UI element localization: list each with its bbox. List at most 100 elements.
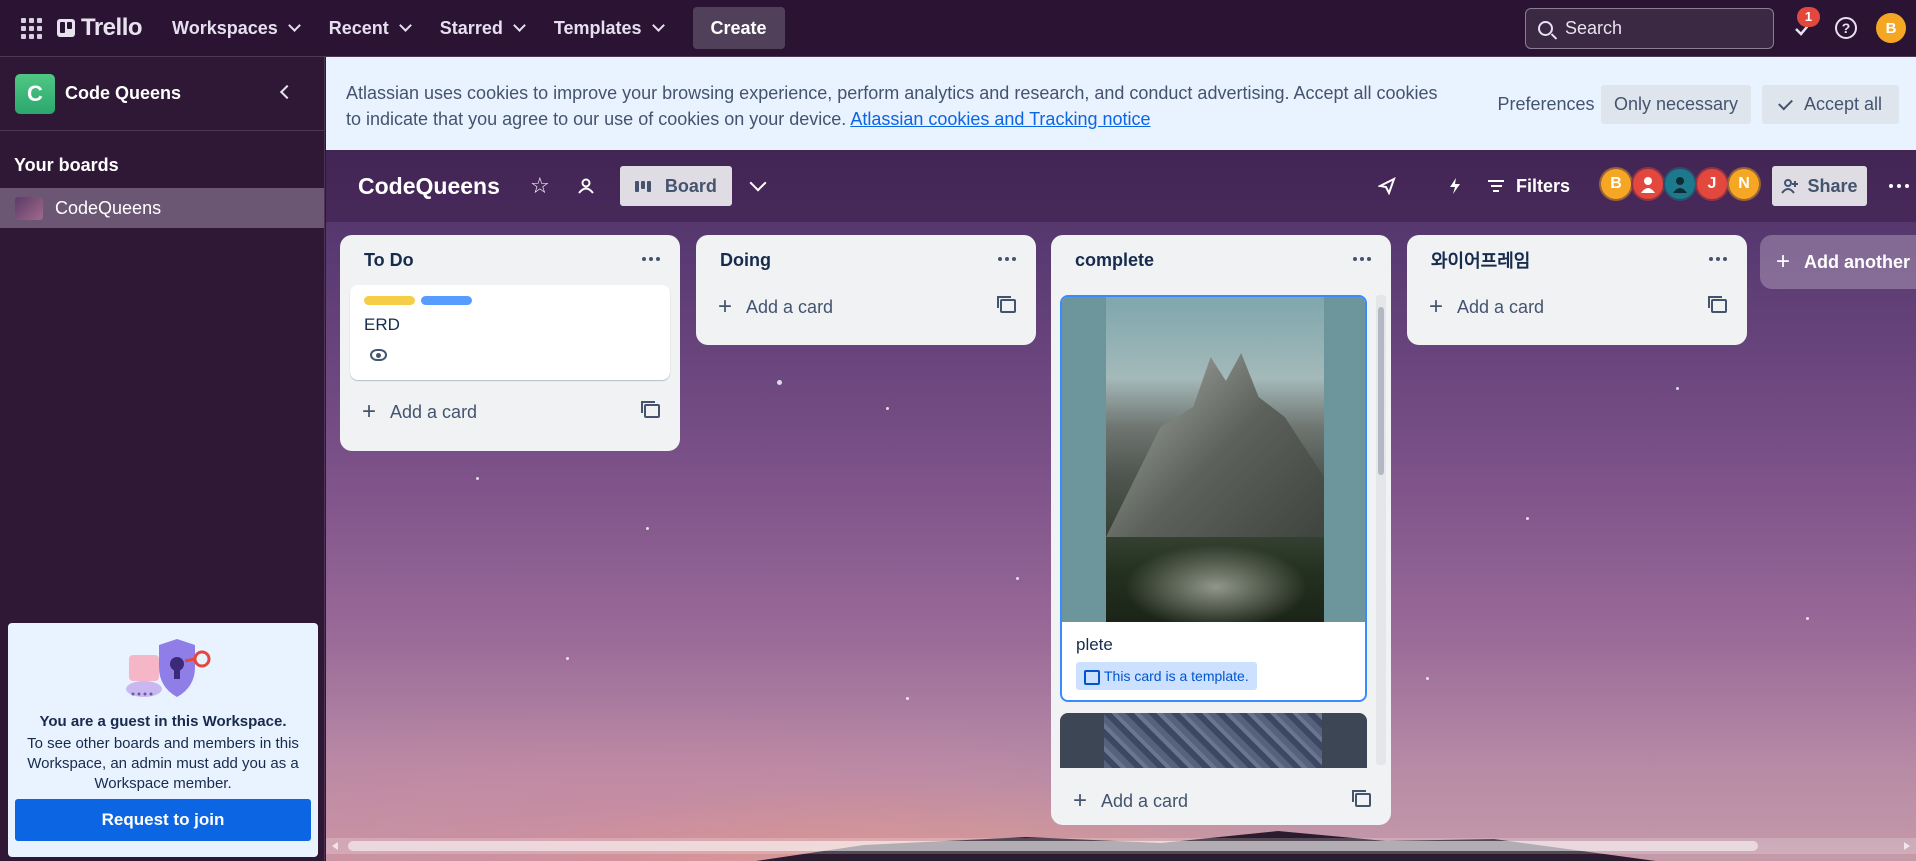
background-star (1676, 387, 1679, 390)
create-from-template-icon[interactable] (1352, 790, 1371, 807)
share-button[interactable]: Share (1772, 166, 1867, 206)
accept-all-button[interactable]: Accept all (1762, 85, 1899, 124)
add-list-button[interactable]: + Add another li (1760, 235, 1916, 289)
card-label-blue (421, 296, 472, 305)
search-icon (1538, 21, 1553, 36)
card-title: plete (1076, 635, 1113, 654)
list-header[interactable]: To Do (340, 235, 680, 285)
scroll-right-icon[interactable] (1904, 842, 1910, 850)
filters-button[interactable]: Filters (1488, 150, 1570, 222)
add-card-button[interactable]: + Add a card (696, 285, 1036, 329)
list-menu-icon[interactable] (998, 257, 1016, 261)
list-menu-icon[interactable] (1709, 257, 1727, 261)
list-scrollbar[interactable] (1376, 295, 1386, 765)
scrollbar-thumb[interactable] (348, 841, 1758, 851)
automation-icon[interactable] (1443, 174, 1467, 198)
card-erd[interactable]: ERD (350, 285, 670, 380)
member-avatar[interactable]: J (1695, 167, 1729, 201)
request-to-join-button[interactable]: Request to join (15, 799, 311, 841)
create-from-template-icon[interactable] (641, 401, 660, 418)
nav-recent[interactable]: Recent (329, 18, 412, 39)
create-button[interactable]: Create (692, 7, 785, 49)
collapse-sidebar-icon[interactable] (279, 84, 295, 100)
board-menu-icon[interactable] (1889, 184, 1909, 188)
plus-icon: + (362, 398, 377, 425)
your-boards-heading: Your boards (14, 155, 119, 175)
accept-all-label: Accept all (1803, 94, 1883, 114)
member-avatar[interactable] (1663, 167, 1697, 201)
board-horizontal-scrollbar[interactable] (326, 838, 1916, 854)
card-partial[interactable] (1060, 713, 1367, 768)
member-avatar[interactable] (1631, 167, 1665, 201)
background-star (1806, 617, 1809, 620)
template-badge: This card is a template. (1076, 662, 1257, 690)
list-menu-icon[interactable] (642, 257, 660, 261)
list-title: Doing (720, 249, 771, 270)
cookie-banner: Atlassian uses cookies to improve your b… (326, 57, 1916, 150)
board-title[interactable]: CodeQueens (358, 173, 500, 200)
chevron-down-icon (287, 19, 301, 32)
cookie-policy-link[interactable]: Atlassian cookies and Tracking notice (850, 109, 1150, 129)
background-star (646, 527, 649, 530)
top-bar: Trello Workspaces Recent Starred Templat… (0, 0, 1916, 57)
board-view-switcher[interactable]: Board (619, 166, 732, 206)
background-star (777, 380, 782, 385)
list-menu-icon[interactable] (1353, 257, 1371, 261)
card-cover-image (1104, 713, 1322, 768)
search-input[interactable]: Search (1525, 8, 1774, 49)
nav-templates[interactable]: Templates (554, 18, 665, 39)
help-button[interactable]: ? (1832, 14, 1860, 42)
scroll-left-icon[interactable] (332, 842, 338, 850)
list-header[interactable]: complete (1051, 235, 1391, 285)
card-template-plete[interactable]: plete This card is a template. (1060, 295, 1367, 702)
list-title: To Do (364, 249, 414, 270)
sidebar-item-codequeens[interactable]: CodeQueens (0, 188, 324, 228)
star-board-icon[interactable]: ☆ (528, 173, 552, 198)
board-members: B J N (1599, 167, 1761, 201)
nav-starred[interactable]: Starred (440, 18, 526, 39)
power-ups-icon[interactable] (1375, 174, 1399, 198)
chevron-down-icon (512, 19, 526, 32)
create-from-template-icon[interactable] (1708, 296, 1727, 313)
chevron-down-icon (398, 19, 412, 32)
background-star (1526, 517, 1529, 520)
chevron-down-icon[interactable] (749, 174, 767, 192)
trello-logo[interactable]: Trello (57, 14, 143, 42)
background-star (1016, 577, 1019, 580)
add-card-label: Add a card (746, 296, 834, 317)
workspace-name[interactable]: Code Queens (65, 83, 181, 104)
workspace-header: C Code Queens (0, 57, 324, 131)
add-card-button[interactable]: + Add a card (340, 390, 680, 434)
board-canvas: Atlassian uses cookies to improve your b… (326, 57, 1916, 861)
watch-icon (370, 349, 387, 361)
cookie-preferences-button[interactable]: Preferences (1476, 85, 1616, 124)
nav-label: Workspaces (172, 17, 278, 38)
create-from-template-icon[interactable] (997, 296, 1016, 313)
sidebar: C Code Queens Your boards CodeQueens You… (0, 57, 325, 861)
background-star (906, 697, 909, 700)
app-switcher-icon[interactable] (20, 17, 42, 39)
member-avatar[interactable]: B (1599, 167, 1633, 201)
check-icon (1778, 95, 1793, 110)
share-label: Share (1807, 175, 1858, 196)
add-card-button[interactable]: + Add a card (1051, 779, 1391, 823)
add-card-label: Add a card (1457, 296, 1545, 317)
member-avatar[interactable]: N (1727, 167, 1761, 201)
trello-logo-icon (57, 19, 75, 37)
search-placeholder: Search (1565, 18, 1623, 38)
add-card-button[interactable]: + Add a card (1407, 285, 1747, 329)
nav-workspaces[interactable]: Workspaces (172, 17, 301, 39)
filter-icon (1488, 180, 1504, 192)
card-title: ERD (364, 315, 400, 334)
list-to-do: To Do ERD + Add a card (340, 235, 680, 451)
board-view-icon (634, 180, 651, 192)
list-header[interactable]: Doing (696, 235, 1036, 285)
filters-label: Filters (1516, 175, 1571, 196)
user-avatar[interactable]: B (1876, 13, 1906, 43)
card-label-yellow (364, 296, 415, 305)
plus-icon: + (718, 293, 733, 320)
list-header[interactable]: 와이어프레임 (1407, 235, 1747, 285)
chevron-down-icon (651, 19, 665, 32)
only-necessary-button[interactable]: Only necessary (1601, 85, 1751, 124)
visibility-icon[interactable] (574, 174, 598, 198)
